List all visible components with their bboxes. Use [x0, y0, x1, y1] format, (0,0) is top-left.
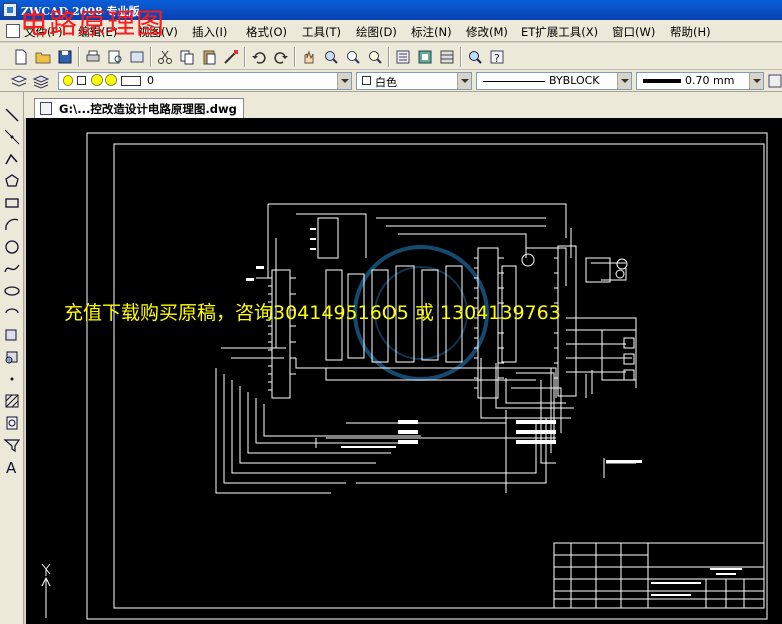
relays-and-motors	[521, 253, 635, 398]
document-tab-strip: G:\...控改造设计电路原理图.dwg	[24, 92, 782, 118]
svg-text:A: A	[6, 459, 17, 476]
menu-et-tools[interactable]: ET扩展工具(X)	[521, 24, 598, 40]
hatch-tool-icon[interactable]	[3, 392, 21, 410]
arc-tool-icon[interactable]	[3, 216, 21, 234]
lineweight-dropdown[interactable]: 0.70 mm	[636, 72, 764, 90]
layer-properties-toolbar: 0 白色 BYBLOCK 0.70 mm	[0, 70, 782, 92]
menu-dimension[interactable]: 标注(N)	[411, 24, 452, 40]
document-tab-label: G:\...控改造设计电路原理图.dwg	[59, 102, 237, 116]
menu-tools[interactable]: 工具(T)	[302, 24, 341, 40]
layer-dropdown-arrow-icon[interactable]	[337, 73, 351, 89]
layer-freeze-sun-icon	[91, 74, 103, 86]
open-file-icon[interactable]	[34, 48, 52, 66]
color-dropdown[interactable]: 白色	[356, 72, 472, 90]
ellipse-tool-icon[interactable]	[3, 282, 21, 300]
standard-toolbar: ?	[0, 43, 782, 70]
multiline-text-icon[interactable]: A	[3, 458, 21, 477]
color-current-value: 白色	[375, 76, 397, 89]
ellipse-arc-tool-icon[interactable]	[3, 304, 21, 322]
help-icon[interactable]: ?	[488, 48, 506, 66]
ic-u1	[271, 269, 291, 399]
pan-icon[interactable]	[300, 48, 318, 66]
new-file-icon[interactable]	[12, 48, 30, 66]
polyline-tool-icon[interactable]	[3, 150, 21, 168]
zoom-realtime-icon[interactable]	[322, 48, 340, 66]
drawing-file-icon	[40, 102, 52, 115]
layer-dropdown[interactable]: 0	[58, 72, 352, 90]
zoom-window-icon[interactable]	[344, 48, 362, 66]
design-center-icon[interactable]	[416, 48, 434, 66]
app-icon[interactable]	[3, 3, 17, 17]
menu-window[interactable]: 窗口(W)	[612, 24, 655, 40]
print-icon[interactable]	[84, 48, 102, 66]
overlay-promo-text: 充值下载购买原稿，咨询304149516O5 或 1304139763	[64, 302, 561, 324]
circuit-schematic-drawing	[41, 132, 768, 620]
tool-palette-icon[interactable]	[438, 48, 456, 66]
menu-format[interactable]: 格式(O)	[246, 24, 287, 40]
find-icon[interactable]	[466, 48, 484, 66]
document-menu-icon[interactable]	[6, 24, 20, 38]
components-small	[246, 228, 642, 463]
menu-modify[interactable]: 修改(M)	[466, 24, 508, 40]
line-tool-icon[interactable]	[3, 106, 21, 124]
lineweight-preview	[643, 79, 681, 83]
layer-on-bulb-icon	[63, 75, 73, 86]
plot-preview-icon[interactable]	[106, 48, 124, 66]
construction-line-icon[interactable]	[3, 128, 21, 146]
table-tool-icon[interactable]	[3, 436, 21, 454]
circle-tool-icon[interactable]	[3, 238, 21, 256]
linetype-preview	[483, 81, 545, 82]
menu-draw[interactable]: 绘图(D)	[356, 24, 397, 40]
make-block-icon[interactable]	[3, 348, 21, 366]
lineweight-current-value: 0.70 mm	[685, 74, 735, 87]
drawing-canvas[interactable]	[26, 118, 782, 624]
paste-icon[interactable]	[200, 48, 218, 66]
sheet-outer-frame	[86, 132, 768, 620]
layer-vp-freeze-icon	[105, 74, 117, 86]
cut-icon[interactable]	[156, 48, 174, 66]
linetype-dropdown[interactable]: BYBLOCK	[476, 72, 632, 90]
layer-color-swatch	[121, 76, 141, 86]
color-swatch	[362, 76, 371, 85]
properties-icon[interactable]	[394, 48, 412, 66]
layer-lock-icon	[77, 76, 86, 85]
region-tool-icon[interactable]	[3, 414, 21, 432]
title-block-text-marks	[651, 568, 742, 596]
plot-style-icon[interactable]	[766, 72, 782, 90]
match-properties-icon[interactable]	[222, 48, 240, 66]
title-block	[553, 542, 765, 609]
point-tool-icon[interactable]	[3, 370, 21, 388]
redo-icon[interactable]	[272, 48, 290, 66]
cad-application-window: ZWCAD 2008 专业版 文件(F) 编辑(E) 视图(V) 插入(I) 格…	[0, 0, 782, 624]
publish-icon[interactable]	[128, 48, 146, 66]
svg-text:?: ?	[494, 52, 500, 65]
rectangle-tool-icon[interactable]	[3, 194, 21, 212]
menu-insert[interactable]: 插入(I)	[192, 24, 227, 40]
save-icon[interactable]	[56, 48, 74, 66]
layer-manager-icon[interactable]	[10, 72, 28, 90]
undo-icon[interactable]	[250, 48, 268, 66]
insert-block-icon[interactable]	[3, 326, 21, 344]
draw-toolbar: A	[0, 92, 24, 624]
menu-help[interactable]: 帮助(H)	[670, 24, 711, 40]
linetype-current-value: BYBLOCK	[549, 74, 600, 87]
copy-icon[interactable]	[178, 48, 196, 66]
color-dropdown-arrow-icon[interactable]	[457, 73, 471, 89]
zoom-previous-icon[interactable]	[366, 48, 384, 66]
layer-current-value: 0	[147, 74, 154, 87]
document-tab[interactable]: G:\...控改造设计电路原理图.dwg	[34, 98, 244, 118]
layer-states-icon[interactable]	[32, 72, 50, 90]
spline-tool-icon[interactable]	[3, 260, 21, 278]
polygon-tool-icon[interactable]	[3, 172, 21, 190]
linetype-dropdown-arrow-icon[interactable]	[617, 73, 631, 89]
overlay-title-text: 电路原理图	[20, 7, 166, 40]
ucs-axis-icon	[41, 563, 51, 618]
lineweight-dropdown-arrow-icon[interactable]	[749, 73, 763, 89]
